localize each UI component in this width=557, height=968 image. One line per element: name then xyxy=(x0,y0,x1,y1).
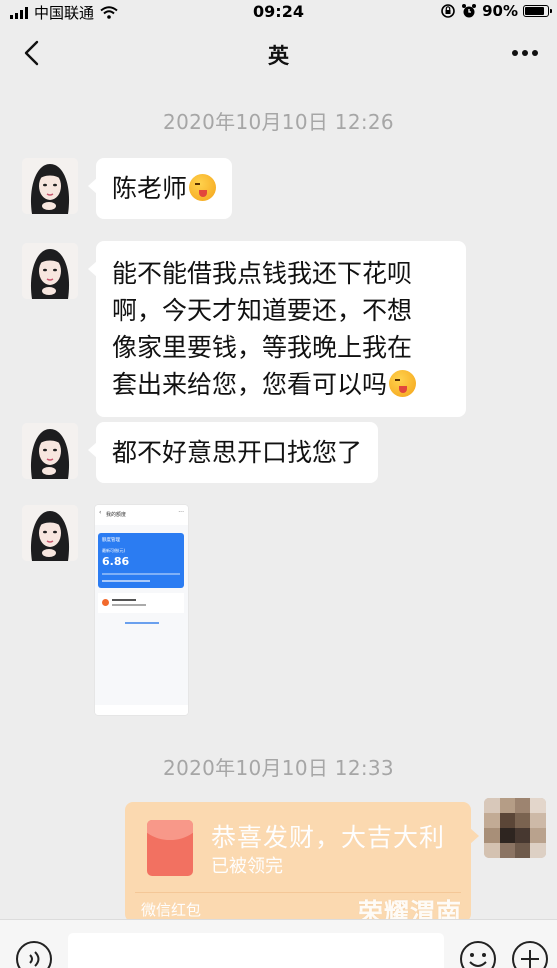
input-bar xyxy=(0,919,557,968)
status-right: 90% xyxy=(440,2,552,20)
image-more-icon: ··· xyxy=(178,509,184,516)
message-line: 像家里要钱，等我晚上我在 xyxy=(112,333,413,362)
message-bubble[interactable]: 陈老师 xyxy=(87,158,233,219)
image-card-label: 额度管理 xyxy=(102,538,120,543)
timestamp: 2020年10月10日 12:26 xyxy=(163,110,394,134)
image-card: 额度管理 最新可借(元) 6.86 xyxy=(98,533,184,588)
more-dots-icon[interactable] xyxy=(511,49,539,57)
self-avatar[interactable] xyxy=(484,798,546,858)
chat-title: 英 xyxy=(268,44,289,68)
message-text: 都不好意思开口找您了 xyxy=(112,438,363,467)
contact-avatar[interactable] xyxy=(22,158,78,214)
avatar-image xyxy=(22,423,78,479)
image-header-title: 我的额度 xyxy=(106,512,127,518)
red-packet-brand: 微信红包 xyxy=(141,901,202,919)
message-input[interactable] xyxy=(68,933,444,968)
avatar-image xyxy=(22,243,78,299)
battery-icon xyxy=(523,5,552,17)
message-bubble[interactable]: 都不好意思开口找您了 xyxy=(87,422,379,483)
contact-avatar[interactable] xyxy=(22,243,78,299)
red-packet-status: 已被领完 xyxy=(211,856,283,877)
red-packet-icon xyxy=(147,820,193,876)
pixelated-avatar-image xyxy=(484,798,546,858)
status-bar: 中国联通 09:24 90% xyxy=(0,0,557,22)
red-packet-title: 恭喜发财，大吉大利 xyxy=(211,823,446,852)
voice-icon[interactable] xyxy=(15,940,53,968)
wink-tongue-emoji-icon xyxy=(189,174,217,201)
image-row-subtext xyxy=(112,604,146,606)
message-line: 能不能借我点钱我还下花呗 xyxy=(112,259,413,288)
avatar-image xyxy=(22,505,78,561)
message-text: 陈老师 xyxy=(112,174,188,203)
image-row-icon xyxy=(102,599,109,606)
image-header: ‹ 我的额度 ··· xyxy=(95,505,188,525)
contact-avatar[interactable] xyxy=(22,505,78,561)
message-bubble[interactable]: 能不能借我点钱我还下花呗 啊，今天才知道要还，不想 像家里要钱，等我晚上我在 套… xyxy=(88,241,466,417)
image-card-note xyxy=(102,580,150,582)
timestamp: 2020年10月10日 12:33 xyxy=(163,756,394,780)
image-link xyxy=(125,622,159,624)
message-line: 套出来给您，您看可以吗 xyxy=(112,370,388,399)
image-amount: 6.86 xyxy=(102,555,130,568)
wink-tongue-emoji-icon xyxy=(389,370,417,397)
image-card-sub: 最新可借(元) xyxy=(102,548,126,553)
image-list-row xyxy=(98,593,184,613)
image-bottom-bar xyxy=(95,705,188,715)
message-line: 啊，今天才知道要还，不想 xyxy=(112,296,413,325)
emoji-icon[interactable] xyxy=(459,940,497,968)
rotation-lock-icon xyxy=(441,4,455,18)
battery-fill xyxy=(525,7,544,15)
image-back-icon: ‹ xyxy=(99,509,102,516)
nav-bar: 英 xyxy=(0,22,557,84)
alarm-icon xyxy=(462,4,477,18)
avatar-image xyxy=(22,158,78,214)
battery-percent: 90% xyxy=(482,2,518,20)
image-row-text xyxy=(112,599,136,601)
plus-icon[interactable] xyxy=(511,940,549,968)
image-card-divider xyxy=(102,573,180,575)
image-message[interactable]: ‹ 我的额度 ··· 额度管理 最新可借(元) 6.86 xyxy=(95,505,188,715)
contact-avatar[interactable] xyxy=(22,423,78,479)
